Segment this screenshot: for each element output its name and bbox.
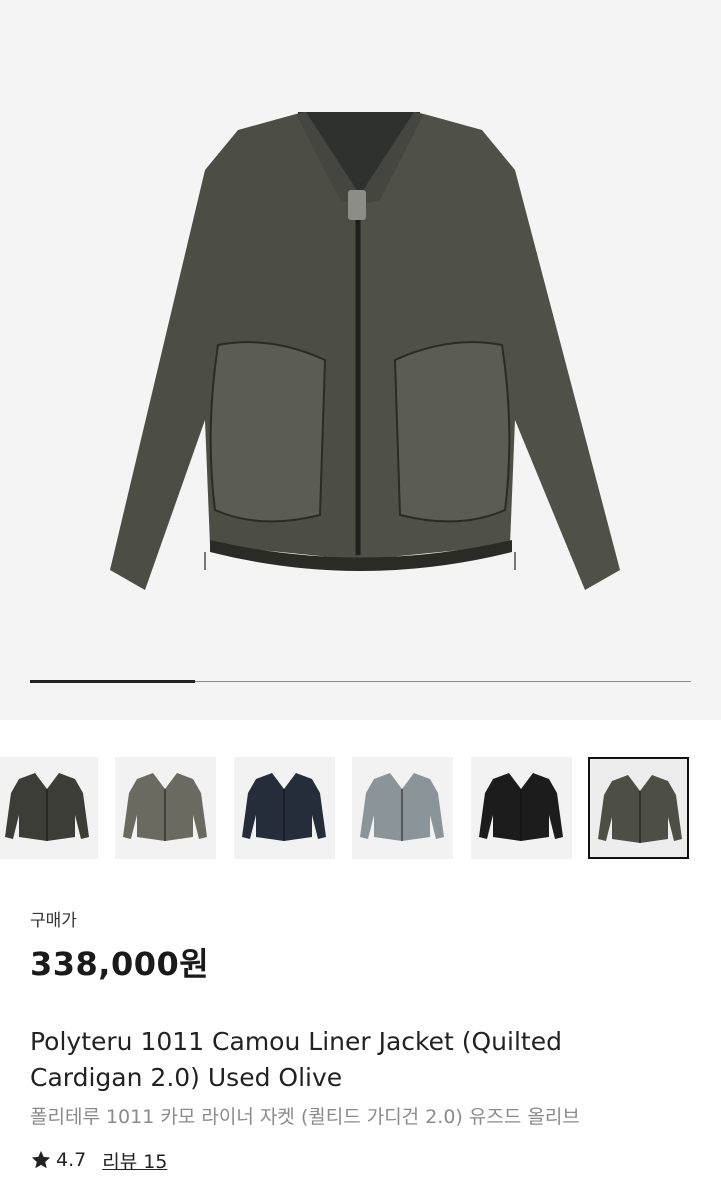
star-icon	[31, 1150, 51, 1169]
jacket-thumbnail-icon	[242, 773, 326, 841]
thumbnail-navy-jacket[interactable]	[234, 757, 335, 859]
jacket-thumbnail-icon	[123, 773, 207, 841]
jacket-thumbnail-icon	[479, 773, 563, 841]
thumbnail-dark-olive-jacket[interactable]	[0, 757, 98, 859]
price: 338,000원	[30, 945, 210, 983]
product-title-english: Polyteru 1011 Camou Liner Jacket (Quilte…	[30, 1027, 562, 1092]
jacket-thumbnail-icon	[598, 775, 682, 843]
thumbnail-strip	[0, 757, 721, 861]
thumbnail-light-grey-quilted-jacket[interactable]	[352, 757, 453, 859]
jacket-illustration	[110, 112, 620, 590]
thumbnail-black-jacket[interactable]	[471, 757, 572, 859]
rating-row: 4.7 리뷰 15	[30, 1145, 167, 1175]
product-title-korean: 폴리테루 1011 카모 라이너 자켓 (퀼티드 가디건 2.0) 유즈드 올리…	[30, 1106, 580, 1128]
price-label: 구매가	[30, 911, 77, 931]
thumbnail-used-olive-jacket[interactable]	[588, 757, 689, 859]
product-hero-image[interactable]	[0, 0, 721, 720]
thumbnail-grey-olive-jacket[interactable]	[115, 757, 216, 859]
jacket-thumbnail-icon	[360, 773, 444, 841]
gallery-progress-fill	[30, 680, 195, 683]
jacket-thumbnail-icon	[5, 773, 89, 841]
gallery-progress-track	[30, 680, 691, 683]
rating-value: 4.7	[56, 1149, 87, 1171]
reviews-link[interactable]: 리뷰 15	[102, 1147, 167, 1174]
